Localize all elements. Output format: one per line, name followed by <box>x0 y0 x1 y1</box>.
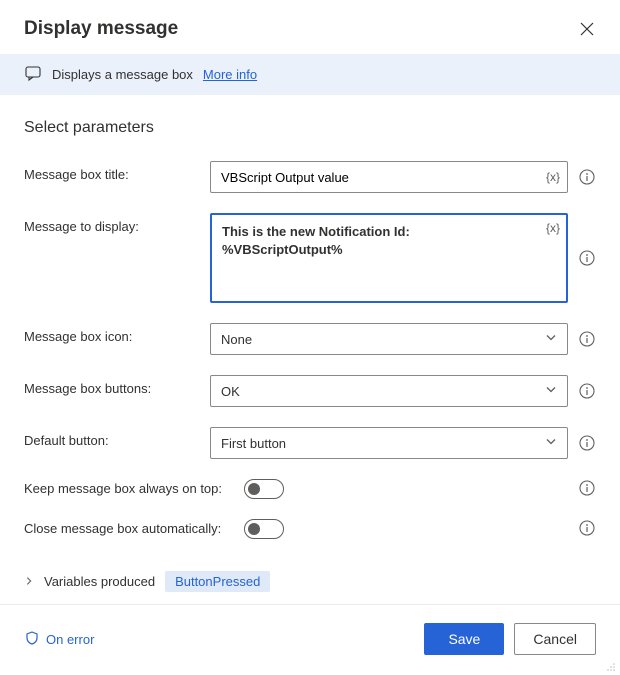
info-icon[interactable] <box>578 330 596 348</box>
row-title: Message box title: {x} <box>24 161 596 193</box>
auto-close-toggle[interactable] <box>244 519 284 539</box>
row-icon: Message box icon: None <box>24 323 596 355</box>
title-input[interactable] <box>210 161 568 193</box>
save-button[interactable]: Save <box>424 623 504 655</box>
label-icon: Message box icon: <box>24 323 210 344</box>
dialog-title: Display message <box>24 18 178 40</box>
icon-select[interactable]: None <box>210 323 568 355</box>
label-message: Message to display: <box>24 213 210 234</box>
chevron-down-icon <box>545 332 557 347</box>
shield-icon <box>24 630 40 649</box>
label-title: Message box title: <box>24 161 210 182</box>
info-banner: Displays a message box More info <box>0 54 620 95</box>
section-title: Select parameters <box>24 119 596 137</box>
info-icon[interactable] <box>578 479 596 497</box>
row-buttons: Message box buttons: OK <box>24 375 596 407</box>
dialog-header: Display message <box>0 0 620 54</box>
resize-grip[interactable] <box>606 659 616 669</box>
variables-produced-label: Variables produced <box>44 574 155 589</box>
message-icon <box>24 64 42 85</box>
banner-text: Displays a message box <box>52 67 193 82</box>
variables-produced-row[interactable]: Variables produced ButtonPressed <box>24 559 596 592</box>
label-auto-close: Close message box automatically: <box>24 519 244 536</box>
message-input[interactable]: This is the new Notification Id: %VBScri… <box>210 213 568 303</box>
dialog-footer: On error Save Cancel <box>0 604 620 673</box>
chevron-down-icon <box>545 384 557 399</box>
label-buttons: Message box buttons: <box>24 375 210 396</box>
chevron-right-icon <box>24 574 34 589</box>
on-error-link[interactable]: On error <box>24 630 94 649</box>
close-icon <box>580 22 594 36</box>
variable-picker-icon[interactable]: {x} <box>546 221 560 235</box>
row-auto-close: Close message box automatically: <box>24 519 596 539</box>
cancel-button[interactable]: Cancel <box>514 623 596 655</box>
on-error-label: On error <box>46 632 94 647</box>
info-icon[interactable] <box>578 434 596 452</box>
row-message: Message to display: This is the new Noti… <box>24 213 596 303</box>
row-default-button: Default button: First button <box>24 427 596 459</box>
chevron-down-icon <box>545 436 557 451</box>
always-on-top-toggle[interactable] <box>244 479 284 499</box>
content-area: Select parameters Message box title: {x}… <box>0 95 620 604</box>
info-icon[interactable] <box>578 382 596 400</box>
row-always-on-top: Keep message box always on top: <box>24 479 596 499</box>
variable-badge[interactable]: ButtonPressed <box>165 571 270 592</box>
info-icon[interactable] <box>578 249 596 267</box>
label-always-on-top: Keep message box always on top: <box>24 479 244 496</box>
icon-select-value: None <box>221 332 252 347</box>
variable-picker-icon[interactable]: {x} <box>546 170 560 184</box>
default-button-select-value: First button <box>221 436 286 451</box>
info-icon[interactable] <box>578 519 596 537</box>
buttons-select[interactable]: OK <box>210 375 568 407</box>
close-button[interactable] <box>578 20 596 38</box>
label-default-button: Default button: <box>24 427 210 448</box>
info-icon[interactable] <box>578 168 596 186</box>
default-button-select[interactable]: First button <box>210 427 568 459</box>
buttons-select-value: OK <box>221 384 240 399</box>
more-info-link[interactable]: More info <box>203 67 257 82</box>
